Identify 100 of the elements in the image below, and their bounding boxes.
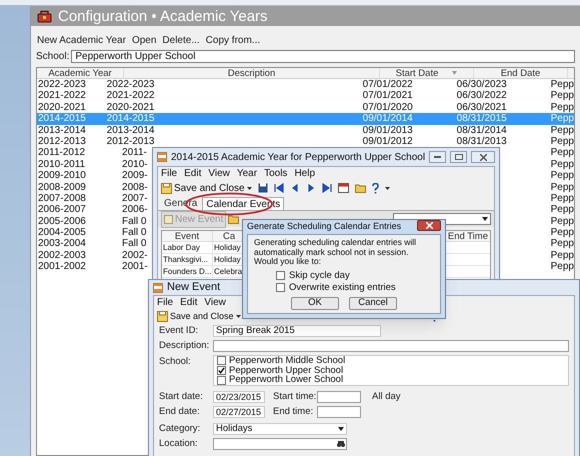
table-cell[interactable]: Fall 0 (121, 227, 146, 238)
folder-icon[interactable] (354, 183, 366, 193)
table-cell[interactable]: 07/01/2022 (362, 79, 456, 90)
table-cell[interactable]: Pepp (550, 216, 574, 228)
column-header[interactable]: Description (124, 68, 380, 78)
table-cell[interactable]: 2020-2021 (37, 102, 106, 114)
close-button[interactable] (417, 220, 441, 231)
menu-item[interactable]: File (161, 168, 178, 178)
close-button[interactable] (471, 151, 495, 163)
column-header[interactable]: Academic Year (37, 68, 124, 78)
table-cell[interactable]: 2004-2005 (37, 227, 122, 238)
table-cell[interactable]: Pepp (550, 250, 574, 262)
table-cell[interactable]: 2020-2021 (106, 102, 362, 114)
forward-arrow-icon[interactable] (306, 183, 316, 193)
table-cell[interactable]: Pepp (550, 102, 574, 114)
toolbar-link[interactable]: Open (132, 36, 156, 46)
menu-item[interactable]: Edit (184, 168, 202, 178)
table-cell[interactable]: 2022-2023 (106, 79, 362, 90)
table-cell[interactable]: 2006-2007 (37, 204, 122, 216)
binoculars-icon[interactable] (337, 440, 345, 448)
checkbox[interactable] (276, 283, 285, 292)
table-cell[interactable]: Pepp (550, 136, 574, 148)
table-cell[interactable]: 2010- (121, 158, 148, 170)
toolbar-link[interactable]: Copy from... (206, 36, 260, 46)
minimize-button[interactable] (429, 151, 446, 163)
column-header[interactable]: Ca (213, 231, 236, 241)
date-field[interactable]: 02/23/2015 (213, 391, 265, 403)
forward-arrow-icon[interactable] (322, 183, 332, 193)
menu-item[interactable]: Year (236, 168, 258, 178)
menu-item[interactable]: Help (294, 168, 316, 178)
table-cell[interactable]: 2003-2004 (37, 238, 122, 250)
table-cell[interactable]: 2009-2010 (37, 170, 122, 182)
table-cell[interactable]: 07/01/2020 (362, 102, 456, 114)
table-cell[interactable]: 07/01/2021 (362, 90, 456, 102)
table-cell[interactable]: 2006- (121, 204, 148, 216)
checkbox[interactable] (217, 356, 226, 366)
table-cell[interactable]: 09/01/2013 (362, 124, 456, 136)
table-cell[interactable]: 2022-2023 (37, 79, 106, 90)
table-cell[interactable]: 2012-2013 (37, 136, 106, 148)
time-field[interactable] (317, 391, 361, 403)
table-cell[interactable]: Pepp (550, 192, 574, 204)
table-cell[interactable]: Pepp (550, 79, 574, 90)
column-header[interactable]: Event (162, 231, 213, 241)
time-field[interactable] (317, 406, 361, 418)
calendar-icon[interactable] (338, 183, 349, 193)
description-field[interactable] (213, 340, 569, 352)
dialog-button[interactable]: Cancel (349, 296, 397, 310)
school-field[interactable]: Pepperworth Upper School (71, 50, 575, 63)
menu-item[interactable]: Tools (264, 168, 288, 178)
table-cell[interactable]: 06/30/2022 (456, 90, 550, 102)
folder-icon[interactable] (228, 214, 240, 224)
table-cell[interactable]: Pepp (550, 124, 574, 136)
table-cell[interactable]: Pepp (550, 227, 574, 238)
column-header[interactable]: End Date (474, 68, 568, 78)
checkbox[interactable] (217, 366, 226, 375)
checkbox[interactable] (217, 376, 226, 385)
table-cell[interactable]: Pepp (550, 182, 574, 193)
checkbox[interactable] (276, 270, 285, 280)
toolbar-link[interactable]: New Academic Year (37, 36, 126, 46)
table-cell[interactable]: 2002-2003 (37, 250, 122, 262)
table-cell[interactable]: 2009- (121, 170, 148, 182)
back-arrow-icon[interactable] (290, 183, 300, 193)
table-cell[interactable]: 2013-2014 (106, 124, 362, 136)
location-field[interactable] (213, 438, 347, 450)
help-icon[interactable] (372, 182, 379, 194)
table-cell[interactable]: 09/01/2012 (362, 136, 456, 148)
event-id-field[interactable]: Spring Break 2015 (213, 325, 381, 337)
table-cell[interactable]: 2008- (121, 182, 148, 193)
table-cell[interactable]: 2013-2014 (37, 124, 106, 136)
table-cell[interactable]: 06/30/2021 (456, 102, 550, 114)
menu-item[interactable]: View (204, 298, 226, 308)
table-cell[interactable]: 2021-2022 (106, 90, 362, 102)
dialog-button[interactable]: OK (291, 296, 339, 310)
maximize-button[interactable] (450, 151, 468, 163)
table-cell[interactable]: 06/30/2023 (456, 79, 550, 90)
menu-item[interactable]: Edit (180, 298, 198, 308)
table-cell[interactable]: 2011- (121, 147, 147, 159)
table-cell[interactable]: 2010-2011 (37, 158, 122, 170)
table-cell[interactable]: 2021-2022 (37, 90, 106, 102)
save-and-close-button[interactable]: Save and Close (157, 310, 241, 324)
table-cell[interactable]: Fall 0 (121, 238, 146, 250)
save-icon[interactable] (258, 183, 268, 193)
table-cell[interactable]: Pepp (550, 170, 574, 182)
table-cell[interactable]: Pepp (550, 261, 574, 273)
table-cell[interactable]: 2011-2012 (37, 147, 122, 159)
table-cell[interactable]: Pepp (550, 204, 574, 216)
table-cell[interactable]: Pepp (550, 238, 574, 250)
table-cell[interactable]: 2007-2008 (37, 192, 122, 204)
category-dropdown[interactable]: Holidays (213, 423, 347, 435)
toolbar-link[interactable]: Delete... (162, 36, 200, 46)
table-cell[interactable]: 08/31/2014 (456, 124, 550, 136)
table-cell[interactable]: 2012-2013 (106, 136, 362, 148)
table-cell[interactable]: Fall 0 (121, 216, 146, 228)
table-cell[interactable]: Pepp (550, 90, 574, 102)
table-cell[interactable]: 2002- (121, 250, 148, 262)
table-cell[interactable]: 2005-2006 (37, 216, 122, 228)
table-cell[interactable]: 2001-2002 (37, 261, 122, 273)
table-cell[interactable]: 2007- (121, 192, 148, 204)
menu-item[interactable]: File (157, 298, 174, 308)
menu-item[interactable]: View (208, 168, 230, 178)
